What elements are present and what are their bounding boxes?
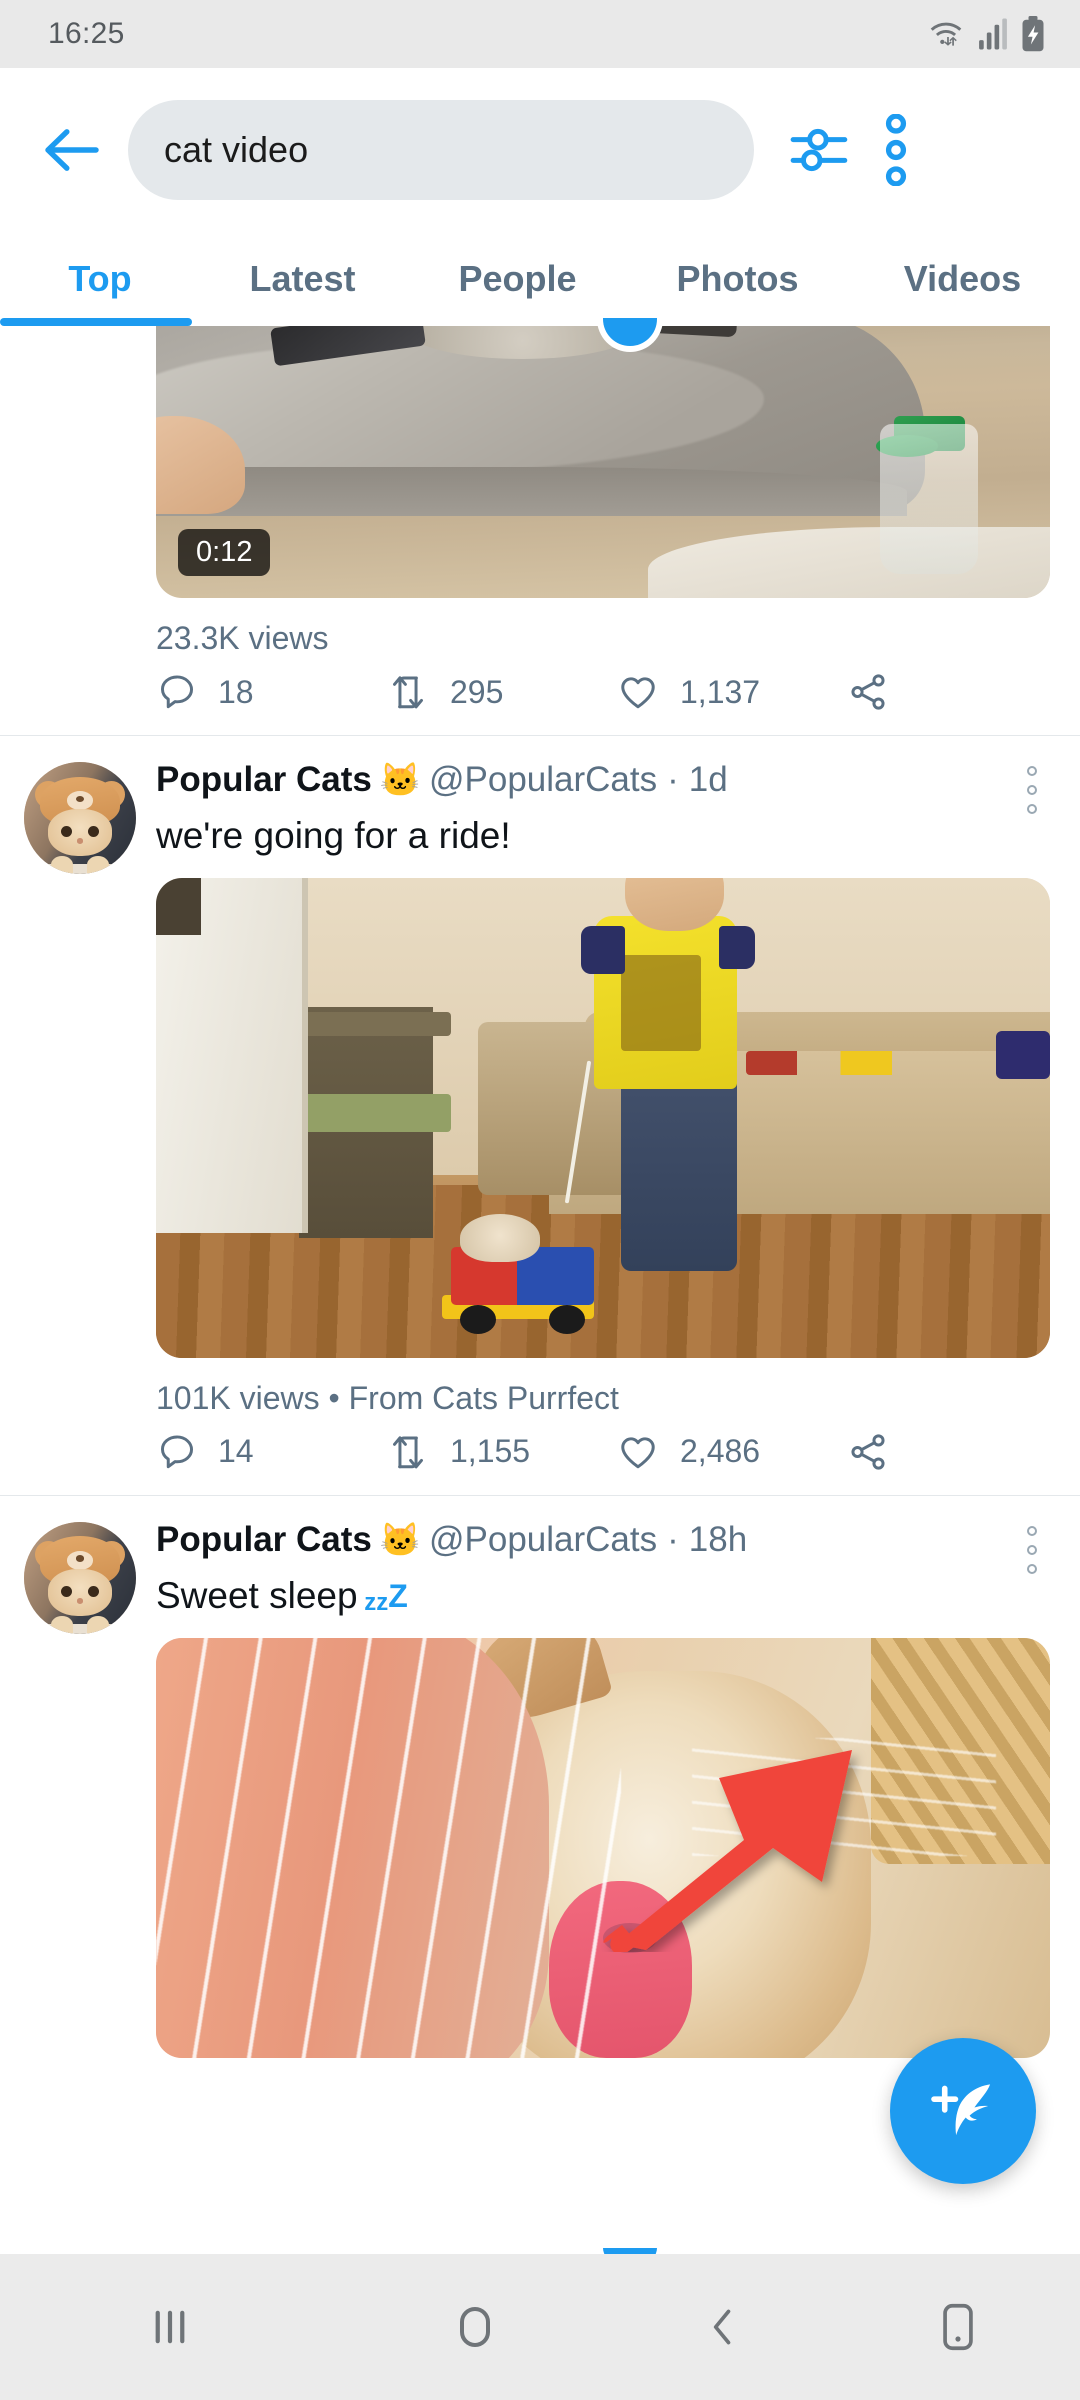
dot-icon — [1027, 1564, 1037, 1574]
dot-icon — [1027, 766, 1037, 776]
overflow-menu-button[interactable] — [864, 106, 928, 194]
dot-icon — [1027, 785, 1037, 795]
retweet-icon — [386, 671, 430, 713]
tab-latest[interactable]: Latest — [200, 232, 405, 326]
reply-action[interactable]: 18 — [156, 671, 386, 713]
retweet-action[interactable]: 1,155 — [386, 1431, 616, 1473]
status-bar-icons — [926, 16, 1046, 52]
home-button[interactable] — [340, 2254, 610, 2400]
reply-count: 18 — [218, 674, 254, 711]
overflow-menu-icon — [884, 114, 908, 186]
like-action[interactable]: 1,137 — [616, 671, 846, 713]
tweet-text-line: Sweet sleep zzZ — [156, 1572, 1050, 1620]
cat-face-emoji: 🐱 — [380, 1519, 421, 1560]
reply-icon — [156, 671, 198, 713]
dot-icon — [1027, 1526, 1037, 1536]
like-icon — [616, 1431, 660, 1473]
reply-count: 14 — [218, 1433, 254, 1470]
compose-tweet-button[interactable] — [890, 2038, 1036, 2184]
tweet-media-video[interactable] — [156, 1638, 1050, 2058]
tweet-text: Sweet sleep — [156, 1575, 358, 1616]
avatar[interactable] — [24, 1522, 136, 1634]
tweet-timestamp: 1d — [689, 758, 728, 802]
status-bar: 16:25 — [0, 0, 1080, 68]
video-still-cat-on-sofa — [156, 326, 1050, 598]
tweet-author-line: Popular Cats 🐱 @PopularCats · 1d — [156, 758, 1050, 802]
author-display-name[interactable]: Popular Cats — [156, 758, 372, 802]
search-filter-icon — [789, 122, 851, 178]
cat-face-emoji: 🐱 — [380, 759, 421, 800]
tweet-media-video[interactable] — [156, 878, 1050, 1358]
meta-separator: · — [667, 1518, 679, 1562]
search-result-tabs: Top Latest People Photos Videos — [0, 232, 1080, 326]
tab-top[interactable]: Top — [0, 232, 200, 326]
back-arrow-icon — [43, 125, 101, 175]
tab-photos[interactable]: Photos — [630, 232, 845, 326]
tweet-card[interactable]: Popular Cats 🐱 @PopularCats · 18h Sweet … — [0, 1496, 1080, 2058]
avatar[interactable] — [24, 762, 136, 874]
tweet-card[interactable]: Popular Cats 🐱 @PopularCats · 1d we're g… — [0, 736, 1080, 1496]
tweet-action-bar: 14 1,155 — [156, 1431, 1050, 1495]
wifi-icon — [926, 17, 966, 51]
retweet-action[interactable]: 295 — [386, 671, 616, 713]
share-action[interactable] — [846, 671, 936, 713]
dot-icon — [1027, 1545, 1037, 1555]
tweet-overflow-button[interactable] — [1008, 760, 1056, 820]
tweet-text: we're going for a ride! — [156, 812, 1050, 860]
share-icon — [846, 1431, 890, 1473]
back-button-nav[interactable] — [610, 2254, 835, 2400]
tweet-card[interactable]: 0:12 23.3K views 18 — [0, 326, 1080, 736]
tweet-view-count: 23.3K views — [156, 620, 1050, 657]
search-results-feed[interactable]: 0:12 23.3K views 18 — [0, 326, 1080, 2254]
search-input[interactable]: cat video — [128, 100, 754, 200]
share-icon — [846, 671, 890, 713]
share-action[interactable] — [846, 1431, 936, 1473]
author-handle[interactable]: @PopularCats — [429, 758, 657, 802]
like-action[interactable]: 2,486 — [616, 1431, 846, 1473]
like-count: 2,486 — [680, 1433, 760, 1470]
video-still-sleeping-cat — [156, 1638, 1050, 2058]
author-handle[interactable]: @PopularCats — [429, 1518, 657, 1562]
screenshot-icon — [938, 2303, 978, 2351]
android-navigation-bar — [0, 2254, 1080, 2400]
phone-screen: 16:25 — [0, 0, 1080, 2400]
tweet-timestamp: 18h — [689, 1518, 747, 1562]
author-display-name[interactable]: Popular Cats — [156, 1518, 372, 1562]
retweet-count: 1,155 — [450, 1433, 530, 1470]
search-header: cat video — [0, 68, 1080, 232]
like-icon — [616, 671, 660, 713]
retweet-icon — [386, 1431, 430, 1473]
reply-icon — [156, 1431, 198, 1473]
retweet-count: 295 — [450, 674, 503, 711]
home-icon — [451, 2303, 499, 2351]
compose-feather-plus-icon — [920, 2068, 1006, 2154]
dot-icon — [1027, 804, 1037, 814]
sleeping-zzz-emoji: z — [358, 1589, 377, 1616]
tweet-media-video[interactable]: 0:12 — [156, 326, 1050, 598]
meta-separator: · — [667, 758, 679, 802]
tweet-view-count: 101K views • From Cats Purrfect — [156, 1380, 1050, 1417]
cellular-signal-icon — [978, 17, 1008, 51]
reply-action[interactable]: 14 — [156, 1431, 386, 1473]
video-still-boy-with-toy-truck — [156, 878, 1050, 1358]
back-button[interactable] — [26, 104, 118, 196]
avatar-placeholder — [24, 326, 136, 735]
search-input-value: cat video — [164, 129, 308, 171]
battery-charging-icon — [1020, 16, 1046, 52]
tweet-action-bar: 18 295 — [156, 671, 1050, 735]
tweet-overflow-button[interactable] — [1008, 1520, 1056, 1580]
video-duration-badge: 0:12 — [178, 529, 270, 576]
status-bar-clock: 16:25 — [48, 17, 125, 51]
like-count: 1,137 — [680, 674, 760, 711]
tweet-author-line: Popular Cats 🐱 @PopularCats · 18h — [156, 1518, 1050, 1562]
search-filter-button[interactable] — [776, 106, 864, 194]
screenshot-button[interactable] — [835, 2254, 1080, 2400]
tab-videos[interactable]: Videos — [845, 232, 1080, 326]
recents-icon — [147, 2304, 193, 2350]
recents-button[interactable] — [0, 2254, 340, 2400]
back-icon — [701, 2305, 745, 2349]
tab-people[interactable]: People — [405, 232, 630, 326]
